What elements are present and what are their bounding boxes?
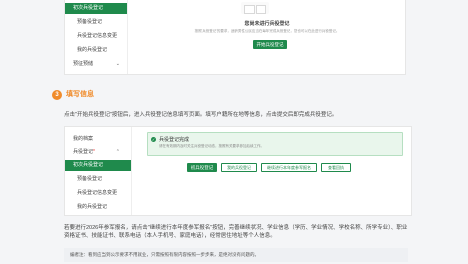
- initial-registration-button[interactable]: 初兵役登记: [187, 163, 217, 172]
- sidebar-item-initial-registration[interactable]: 初次兵役登记: [65, 3, 127, 14]
- sidebar-top: 初次兵役登记 预备役登记 兵役登记信息变更 我的兵役登记 预征预储 ⌄: [65, 0, 128, 74]
- sidebar-item-label: 初次兵役登记: [73, 5, 104, 11]
- empty-state-description: 按照'兵役登记'的要求，适龄男性公民应当在每年完成兵役登记，您也可以在此进行兵役…: [194, 29, 340, 33]
- sidebar-item-label: 初次兵役登记: [73, 162, 104, 168]
- empty-state-illustration: [241, 2, 269, 14]
- sidebar-item-reserve-registration[interactable]: 预备役登记: [69, 17, 125, 28]
- sidebar-item-registration-change[interactable]: 兵役登记信息变更: [69, 31, 125, 42]
- chevron-up-icon: ⌃: [115, 149, 120, 155]
- followup-text: 若要进行2026年参军报名，请点击"继续进行本年度参军报名"按钮，完善继续状况、…: [64, 225, 408, 239]
- empty-state-title: 您尚未进行兵役登记: [244, 21, 290, 27]
- sidebar-item-label: 兵役登记信息变更: [77, 33, 118, 39]
- continue-enlistment-button[interactable]: 继续进行本年度参军报名: [261, 163, 317, 172]
- alert-title: 兵役登记完成: [159, 137, 190, 143]
- check-circle-icon: ✓: [151, 137, 156, 142]
- sidebar-item-label: 兵役登记信息变更: [77, 190, 118, 196]
- sidebar-item-my-registration[interactable]: 我的兵役登记: [69, 202, 125, 213]
- sidebar-item-my-registration[interactable]: 我的兵役登记: [69, 45, 125, 56]
- instruction-text: 点击"开始兵役登记"按钮后，进入兵役登记信息填写页面。填写户籍所在地等信息，点击…: [64, 112, 338, 118]
- required-mark: *: [93, 149, 95, 155]
- sidebar-item-label: 兵役登记: [73, 149, 94, 155]
- sidebar-item-label: 我的兵役登记: [77, 47, 108, 53]
- sidebar-item-reserve-registration[interactable]: 预备役登记: [69, 174, 125, 185]
- sidebar-item-pre-enlistment[interactable]: 预征预储 ⌄: [69, 59, 125, 70]
- sidebar-item-label: 预征预储: [73, 61, 94, 67]
- sidebar-item-initial-registration[interactable]: 初次兵役登记: [65, 160, 131, 171]
- sidebar-item-registration-change[interactable]: 兵役登记信息变更: [69, 188, 125, 199]
- start-registration-button[interactable]: 开始兵役登记: [253, 40, 287, 49]
- editor-note: 编者注：看到应当到公示要求不用就业，只需按照有限内容按照一步步来，是绝对没有问题…: [64, 248, 408, 262]
- sidebar-item-my-profile[interactable]: 我的档案: [69, 134, 125, 145]
- chevron-down-icon: ⌄: [115, 61, 120, 67]
- top-screenshot-card: 初次兵役登记 预备役登记 兵役登记信息变更 我的兵役登记 预征预储 ⌄ 您尚未进…: [64, 0, 406, 75]
- my-registration-button[interactable]: 我的兵役登记: [221, 163, 257, 172]
- step-number-badge: 3: [52, 90, 62, 100]
- sidebar-item-label: 预备役登记: [77, 19, 103, 25]
- section-title: 填写信息: [66, 91, 94, 98]
- alert-description: 请在有效期内及时关注兵役登记动态，按照有关要求参加后续工作。: [159, 144, 264, 148]
- sidebar-item-label: 我的档案: [73, 136, 94, 142]
- second-screenshot-card: 我的档案 兵役登记* ⌃ 初次兵役登记 预备役登记 兵役登记信息变更 我的兵役登…: [64, 126, 412, 216]
- sidebar-item-military-registration[interactable]: 兵役登记* ⌃: [69, 147, 125, 158]
- success-alert: ✓ 兵役登记完成 请在有效期内及时关注兵役登记动态，按照有关要求参加后续工作。: [147, 132, 403, 156]
- sidebar-second: 我的档案 兵役登记* ⌃ 初次兵役登记 预备役登记 兵役登记信息变更 我的兵役登…: [65, 127, 132, 215]
- view-receipt-button[interactable]: 查看回执: [321, 163, 351, 172]
- sidebar-item-label: 我的兵役登记: [77, 204, 108, 210]
- sidebar-item-label: 预备役登记: [77, 176, 103, 182]
